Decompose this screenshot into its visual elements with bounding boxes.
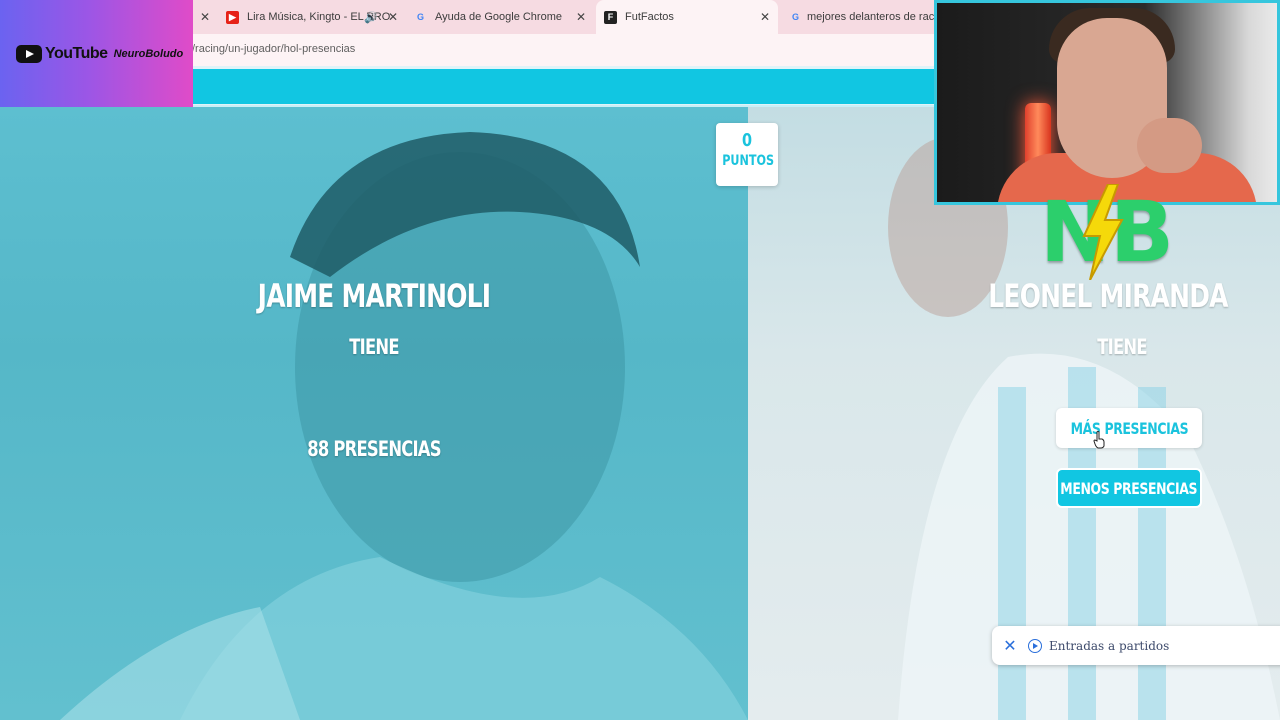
left-tiene-label: TIENE bbox=[349, 335, 399, 359]
tab-youtube[interactable]: ▶ Lira Música, Kingto - EL PRO 🔊 ✕ bbox=[226, 0, 398, 34]
screen: ✕ ▶ Lira Música, Kingto - EL PRO 🔊 ✕ G A… bbox=[0, 0, 1280, 720]
google-icon: G bbox=[416, 12, 424, 22]
tab-label: FutFactos bbox=[625, 11, 674, 23]
channel-name: NeuroBoludo bbox=[113, 48, 184, 60]
futfactos-icon: F bbox=[604, 10, 617, 24]
notification-toast[interactable]: ✕ Entradas a partidos bbox=[992, 626, 1280, 665]
right-tiene-label: TIENE bbox=[1097, 335, 1147, 359]
more-appearances-button[interactable]: MÁS PRESENCIAS bbox=[1056, 408, 1202, 448]
youtube-icon: ▶ bbox=[226, 10, 239, 24]
channel-logo: N B bbox=[1040, 182, 1180, 282]
youtube-wordmark: YouTube bbox=[45, 45, 108, 62]
tab-label: mejores delanteros de racing bbox=[807, 11, 934, 23]
youtube-icon bbox=[16, 45, 42, 63]
speaker-icon[interactable]: 🔊 bbox=[364, 11, 378, 24]
webcam-overlay bbox=[934, 0, 1280, 205]
notification-text[interactable]: Entradas a partidos bbox=[1049, 639, 1169, 653]
close-icon[interactable]: ✕ bbox=[760, 10, 770, 24]
right-player-name: LEONEL MIRANDA bbox=[988, 277, 1228, 315]
tab-futfactos[interactable]: F FutFactos ✕ bbox=[596, 0, 778, 34]
left-appearances-count: 88 PRESENCIAS bbox=[307, 437, 441, 461]
url-text[interactable]: /racing/un-jugador/hol-presencias bbox=[192, 43, 355, 55]
tab-chrome-help[interactable]: G Ayuda de Google Chrome ✕ bbox=[414, 0, 586, 34]
close-icon[interactable]: ✕ bbox=[576, 10, 586, 24]
google-icon: G bbox=[792, 12, 800, 22]
lightning-bolt-icon bbox=[1082, 184, 1124, 280]
left-player-panel: JAIME MARTINOLI TIENE 88 PRESENCIAS bbox=[0, 107, 748, 720]
close-icon[interactable]: ✕ bbox=[992, 636, 1028, 656]
score-label: PUNTOS bbox=[722, 153, 775, 169]
hand-cursor-icon bbox=[1093, 431, 1105, 449]
score-value: 0 bbox=[741, 130, 753, 151]
tab-label: Ayuda de Google Chrome bbox=[435, 11, 562, 23]
tab-close-button[interactable]: ✕ bbox=[196, 0, 210, 34]
youtube-channel-overlay: YouTube NeuroBoludo bbox=[0, 0, 193, 108]
close-icon[interactable]: ✕ bbox=[388, 10, 398, 24]
close-icon[interactable]: ✕ bbox=[200, 10, 210, 24]
more-appearances-label: MÁS PRESENCIAS bbox=[1070, 418, 1188, 438]
play-circle-icon bbox=[1028, 638, 1042, 653]
fewer-appearances-button[interactable]: MENOS PRESENCIAS bbox=[1056, 468, 1202, 508]
left-player-name: JAIME MARTINOLI bbox=[257, 277, 491, 315]
player-photo bbox=[60, 132, 748, 720]
tab-google-search[interactable]: G mejores delanteros de racing bbox=[792, 0, 934, 34]
fewer-appearances-label: MENOS PRESENCIAS bbox=[1060, 478, 1198, 498]
score-badge: 0 PUNTOS bbox=[716, 123, 778, 186]
